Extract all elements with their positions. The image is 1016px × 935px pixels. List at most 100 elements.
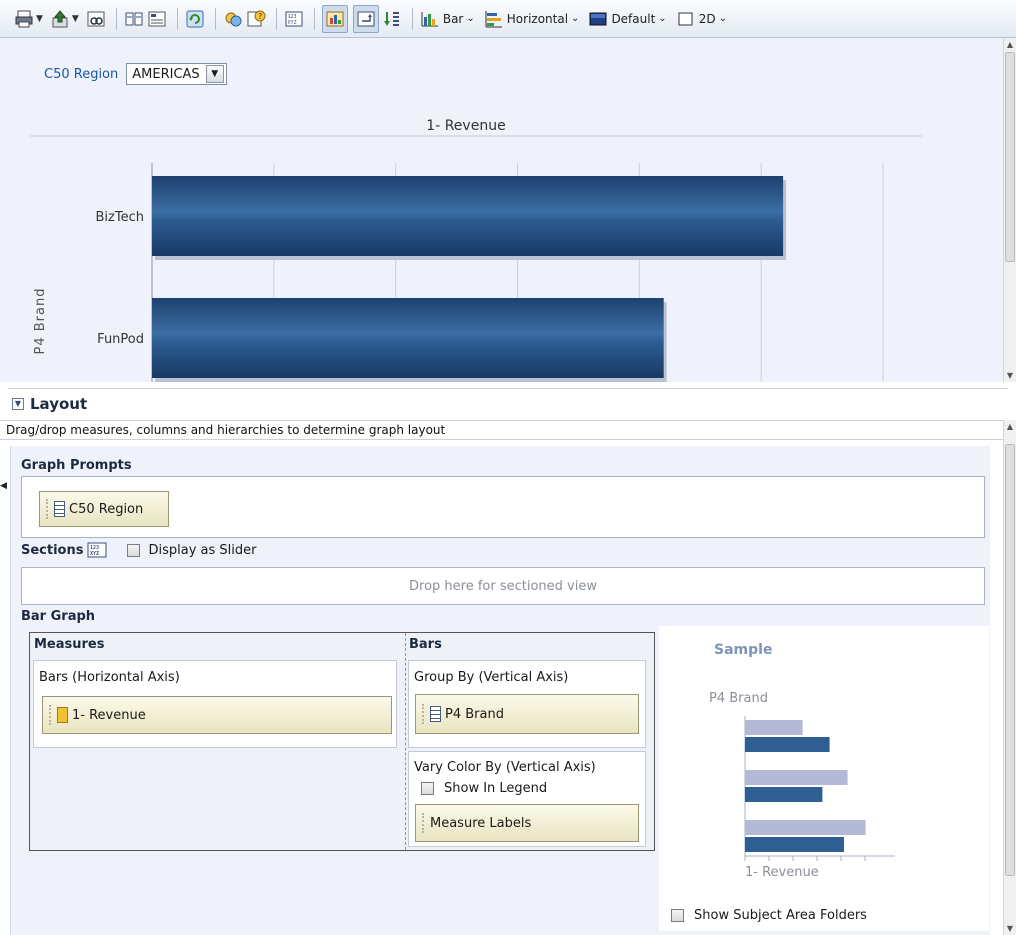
toolbar-separator xyxy=(313,7,315,30)
show-in-legend-label: Show In Legend xyxy=(444,781,548,796)
splitter-handle[interactable]: ◀ xyxy=(0,470,7,504)
revenue-bar-chart: 1- Revenue P4 Brand BizTech FunPod xyxy=(30,118,922,382)
show-in-legend-checkbox[interactable] xyxy=(421,782,434,795)
sample-bars xyxy=(745,720,866,852)
graph-type-label: Bar xyxy=(442,11,464,26)
layout-scrollbar[interactable]: ▲ ▼ xyxy=(1003,420,1016,935)
y-axis-label: P4 Brand xyxy=(33,288,48,355)
scroll-thumb[interactable] xyxy=(1005,52,1015,262)
p4-brand-chip[interactable]: P4 Brand xyxy=(415,694,639,734)
toolbar-separator xyxy=(275,7,277,30)
refresh-button[interactable] xyxy=(185,5,205,33)
svg-text:XYZ: XYZ xyxy=(287,20,296,26)
style-label: Default xyxy=(611,11,656,26)
c50-region-chip[interactable]: C50 Region xyxy=(39,491,169,527)
bars-title: Bars xyxy=(409,637,442,652)
toolbar-separator xyxy=(411,7,413,30)
drag-handle[interactable] xyxy=(422,813,426,833)
sections-title: Sections 123 XYZ Display as Slider xyxy=(21,542,256,558)
print-icon xyxy=(15,10,33,27)
chevron-down-icon: ⌄ xyxy=(466,13,475,24)
sample-panel: Sample P4 Brand 1- Revenue Show Subject … xyxy=(659,626,989,931)
chart-scrollbar[interactable]: ▲ ▼ xyxy=(1003,38,1016,382)
drag-handle[interactable] xyxy=(46,499,50,519)
chevron-down-icon: ⌄ xyxy=(718,13,727,24)
sample-bar xyxy=(745,720,803,735)
layout-hint: Drag/drop measures, columns and hierarch… xyxy=(0,420,1003,440)
show-pivot-icon xyxy=(357,11,375,26)
bars-horizontal-axis-label: Bars (Horizontal Axis) xyxy=(39,670,180,685)
scroll-up-icon[interactable]: ▲ xyxy=(1004,420,1016,433)
category-label: BizTech xyxy=(96,210,144,225)
group-by-label: Group By (Vertical Axis) xyxy=(414,670,569,685)
bars-column: Bars Group By (Vertical Axis) P4 Brand V… xyxy=(407,633,655,850)
orientation-label: Horizontal xyxy=(506,11,569,26)
graph-prompts-dropzone[interactable]: C50 Region xyxy=(21,476,985,538)
collapse-icon[interactable]: ▼ xyxy=(12,397,24,410)
show-subject-area-folders-row: Show Subject Area Folders xyxy=(671,908,867,923)
toolbar-separator xyxy=(176,7,178,30)
category-labels: BizTech FunPod xyxy=(96,210,144,347)
measures-dropzone[interactable]: Bars (Horizontal Axis) 1- Revenue xyxy=(33,660,397,748)
sample-bar-chart: P4 Brand 1- Revenue xyxy=(709,691,895,880)
revenue-measure-chip[interactable]: 1- Revenue xyxy=(42,696,392,734)
chart-title: 1- Revenue xyxy=(426,118,505,134)
add-view-button[interactable] xyxy=(223,5,243,33)
sort-button[interactable] xyxy=(382,5,402,33)
measure-labels-chip[interactable]: Measure Labels xyxy=(415,804,639,842)
sections-title-text: Sections xyxy=(21,542,84,558)
drag-handle[interactable] xyxy=(422,704,426,724)
sample-y-label: P4 Brand xyxy=(709,691,768,706)
orientation-dropdown[interactable]: Horizontal ⌄ xyxy=(484,5,580,33)
svg-text:XYZ: XYZ xyxy=(90,551,99,557)
preview-button[interactable] xyxy=(86,5,106,33)
export-button[interactable]: ▼ xyxy=(50,5,83,33)
edit-icon xyxy=(125,12,143,25)
chevron-down-icon: ⌄ xyxy=(571,13,580,24)
sections-dropzone[interactable]: Drop here for sectioned view xyxy=(21,567,985,605)
graph-prompts-title: Graph Prompts xyxy=(21,458,132,473)
sort-icon xyxy=(383,11,399,26)
layout-pane-header[interactable]: ▼ Layout xyxy=(8,388,1008,418)
edit-button[interactable] xyxy=(124,5,144,33)
vary-color-by-dropzone[interactable]: Vary Color By (Vertical Axis) Show In Le… xyxy=(408,751,646,847)
revenue-measure-chip-label: 1- Revenue xyxy=(72,707,146,723)
help-icon: ? xyxy=(247,10,266,26)
section-slider-icon: 123XYZ xyxy=(285,11,303,26)
graph-type-dropdown[interactable]: Bar ⌄ xyxy=(420,5,475,33)
bar-chart-icon xyxy=(421,11,438,26)
toolbar-separator xyxy=(115,7,117,30)
show-chart-button[interactable] xyxy=(321,4,348,33)
vary-color-by-label: Vary Color By (Vertical Axis) xyxy=(414,760,596,775)
section-slider-button[interactable]: 123 XYZ xyxy=(284,5,304,33)
column-icon xyxy=(430,706,441,722)
scroll-down-icon[interactable]: ▼ xyxy=(1004,922,1016,935)
refresh-icon xyxy=(186,10,204,27)
properties-button[interactable] xyxy=(147,5,167,33)
measures-title: Measures xyxy=(34,637,105,652)
chart-bars xyxy=(152,176,787,382)
group-by-dropzone[interactable]: Group By (Vertical Axis) P4 Brand xyxy=(408,660,646,748)
p4-brand-chip-label: P4 Brand xyxy=(445,706,504,722)
show-subject-area-folders-checkbox[interactable] xyxy=(671,909,684,922)
scroll-up-icon[interactable]: ▲ xyxy=(1004,38,1016,51)
drag-handle[interactable] xyxy=(49,705,53,725)
graph-toolbar: ▼ ▼ ? 123 XYZ Bar ⌄ Horizontal ⌄ Default… xyxy=(0,0,1016,38)
sample-bar xyxy=(745,770,848,785)
scroll-thumb[interactable] xyxy=(1005,444,1015,876)
show-pivot-button[interactable] xyxy=(352,4,379,33)
dimension-dropdown[interactable]: 2D ⌄ xyxy=(676,5,727,33)
print-button[interactable]: ▼ xyxy=(14,5,47,33)
display-as-slider-checkbox[interactable] xyxy=(127,543,141,557)
measures-column: Measures Bars (Horizontal Axis) 1- Reven… xyxy=(30,633,406,850)
horizontal-bar-icon xyxy=(485,10,502,27)
section-slider-icon[interactable]: 123XYZ xyxy=(87,542,107,558)
sample-bar xyxy=(745,820,866,835)
bar-biztech[interactable] xyxy=(152,176,784,256)
collapse-left-icon[interactable]: ◀ xyxy=(0,481,7,491)
bar-funpod[interactable] xyxy=(152,298,664,378)
sample-title: Sample xyxy=(714,642,773,658)
help-button[interactable]: ? xyxy=(246,5,266,33)
scroll-down-icon[interactable]: ▼ xyxy=(1004,369,1016,382)
style-dropdown[interactable]: Default ⌄ xyxy=(588,5,667,33)
